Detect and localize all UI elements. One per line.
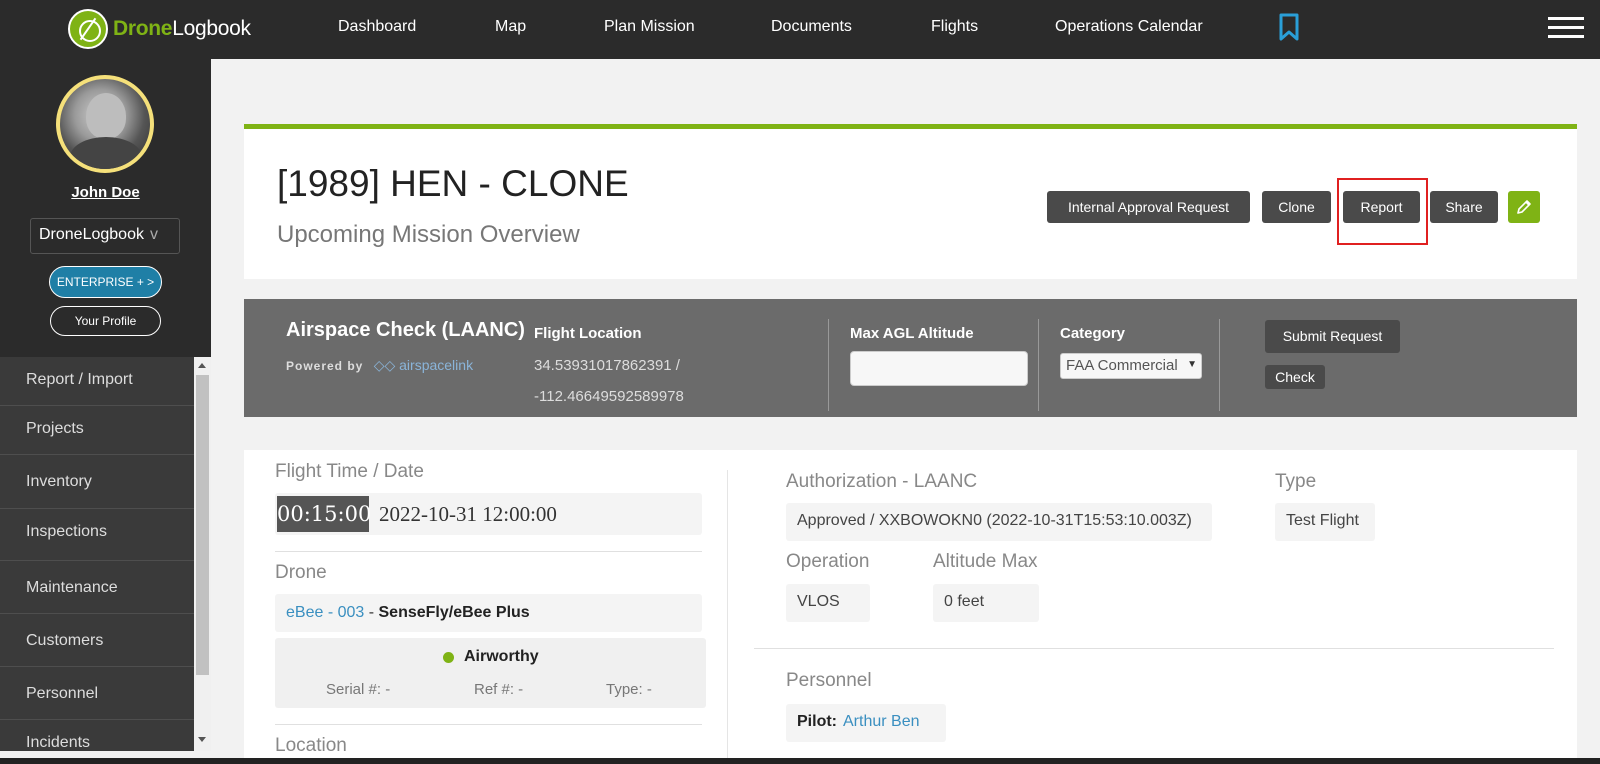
- sidebar-item-inspections[interactable]: Inspections: [0, 509, 194, 561]
- mission-details-card: Flight Time / Date 00:15:00 2022-10-31 1…: [244, 450, 1577, 764]
- clone-button[interactable]: Clone: [1262, 191, 1331, 223]
- personnel-label: Personnel: [786, 670, 872, 691]
- sidebar-item-personnel[interactable]: Personnel: [0, 667, 194, 720]
- airspacelink-logo: ◇◇ airspacelink: [373, 357, 474, 373]
- account-name: DroneLogbook: [39, 226, 144, 243]
- divider: [828, 319, 829, 411]
- sidebar-item-maintenance[interactable]: Maintenance: [0, 561, 194, 614]
- nav-operations-calendar[interactable]: Operations Calendar: [1055, 18, 1203, 36]
- flight-time-field: 00:15:00 2022-10-31 12:00:00: [275, 493, 702, 535]
- airspacelink-mark-icon: ◇◇: [373, 357, 396, 373]
- top-nav: DroneLogbook Dashboard Map Plan Mission …: [0, 0, 1600, 59]
- your-profile-button[interactable]: Your Profile: [50, 306, 161, 336]
- altitude-max-value: 0 feet: [933, 584, 1039, 622]
- share-button[interactable]: Share: [1430, 191, 1498, 223]
- status-dot-icon: [443, 652, 454, 663]
- scroll-down-arrow-icon[interactable]: [198, 737, 206, 742]
- logo-text: DroneLogbook: [113, 17, 251, 40]
- page-title: [1989] HEN - CLONE: [277, 163, 629, 204]
- nav-plan-mission[interactable]: Plan Mission: [604, 18, 695, 36]
- chevron-down-icon: ▼: [1187, 359, 1197, 370]
- location-label: Location: [275, 735, 347, 756]
- latitude-value: 34.53931017862391 /: [534, 357, 680, 374]
- longitude-value: -112.46649592589978: [534, 388, 684, 405]
- drone-status-panel: Airworthy Serial #: - Ref #: - Type: -: [275, 638, 706, 708]
- nav-documents[interactable]: Documents: [771, 18, 852, 36]
- divider: [754, 648, 1554, 649]
- sidebar-scrollbar[interactable]: [194, 357, 211, 751]
- operation-value: VLOS: [786, 584, 870, 622]
- max-agl-altitude-label: Max AGL Altitude: [850, 325, 974, 342]
- sidebar-item-customers[interactable]: Customers: [0, 614, 194, 667]
- hamburger-menu-icon[interactable]: [1548, 17, 1584, 39]
- ref-number: Ref #: -: [474, 681, 524, 698]
- drone-model: SenseFly/eBee Plus: [378, 604, 530, 621]
- authorization-laanc-label: Authorization - LAANC: [786, 471, 978, 492]
- page-subtitle: Upcoming Mission Overview: [277, 221, 580, 248]
- drone-logo-icon: [68, 9, 108, 49]
- mission-header-card: [1989] HEN - CLONE Upcoming Mission Over…: [244, 124, 1577, 279]
- sidebar-item-report-import[interactable]: Report / Import: [0, 357, 194, 406]
- enterprise-button[interactable]: ENTERPRISE + >: [49, 266, 162, 298]
- serial-number: Serial #: -: [326, 681, 391, 698]
- sidebar-item-incidents[interactable]: Incidents: [0, 720, 194, 751]
- airspace-check-panel: Airspace Check (LAANC) Powered by ◇◇ air…: [244, 299, 1577, 417]
- type-value: Test Flight: [1275, 503, 1375, 541]
- scroll-up-arrow-icon[interactable]: [198, 363, 206, 368]
- avatar[interactable]: [56, 75, 154, 173]
- authorization-value: Approved / XXBOWOKN0 (2022-10-31T15:53:1…: [786, 503, 1212, 541]
- drone-link[interactable]: eBee - 003: [286, 604, 364, 621]
- column-divider: [727, 470, 728, 764]
- bookmark-icon[interactable]: [1278, 13, 1300, 41]
- bottom-edge: [0, 758, 1600, 764]
- user-name-link[interactable]: John Doe: [0, 184, 211, 201]
- pilot-key: Pilot:: [797, 713, 837, 730]
- submit-request-button[interactable]: Submit Request: [1265, 320, 1400, 353]
- sidebar-menu: Report / Import Projects Inventory Inspe…: [0, 357, 194, 751]
- airspace-check-title: Airspace Check (LAANC): [286, 319, 525, 341]
- report-highlight-box: [1337, 178, 1428, 245]
- divider: [275, 724, 702, 725]
- divider: [1038, 319, 1039, 411]
- edit-button[interactable]: [1508, 191, 1540, 223]
- type-label: Type: [1275, 471, 1317, 492]
- drone-label: Drone: [275, 562, 327, 583]
- altitude-max-label: Altitude Max: [933, 551, 1038, 572]
- airworthy-status: Airworthy: [464, 648, 539, 665]
- max-agl-altitude-input[interactable]: [850, 351, 1028, 386]
- duration-badge: 00:15:00: [277, 496, 371, 532]
- divider: [1219, 319, 1220, 411]
- category-label: Category: [1060, 325, 1126, 342]
- flight-time-date-label: Flight Time / Date: [275, 461, 424, 482]
- pilot-link[interactable]: Arthur Ben: [843, 713, 919, 730]
- category-select[interactable]: FAA Commercial ▼: [1060, 353, 1202, 379]
- sidebar-item-projects[interactable]: Projects: [0, 406, 194, 455]
- nav-map[interactable]: Map: [495, 18, 526, 36]
- logo[interactable]: DroneLogbook: [68, 9, 251, 49]
- operation-label: Operation: [786, 551, 870, 572]
- chevron-down-icon: v: [149, 226, 158, 243]
- nav-dashboard[interactable]: Dashboard: [338, 18, 416, 36]
- flight-datetime: 2022-10-31 12:00:00: [379, 502, 557, 526]
- check-button[interactable]: Check: [1265, 365, 1325, 389]
- drone-type: Type: -: [606, 681, 652, 698]
- sidebar-item-inventory[interactable]: Inventory: [0, 455, 194, 509]
- nav-flights[interactable]: Flights: [931, 18, 978, 36]
- account-selector[interactable]: DroneLogbook v: [30, 218, 180, 254]
- pencil-icon: [1517, 200, 1531, 214]
- flight-location-label: Flight Location: [534, 325, 642, 342]
- drone-field: eBee - 003 - SenseFly/eBee Plus: [275, 594, 702, 632]
- internal-approval-request-button[interactable]: Internal Approval Request: [1047, 191, 1250, 223]
- powered-by: Powered by ◇◇ airspacelink: [286, 357, 474, 373]
- pilot-field: Pilot: Arthur Ben: [786, 704, 946, 742]
- scroll-thumb[interactable]: [196, 375, 209, 675]
- divider: [275, 551, 702, 552]
